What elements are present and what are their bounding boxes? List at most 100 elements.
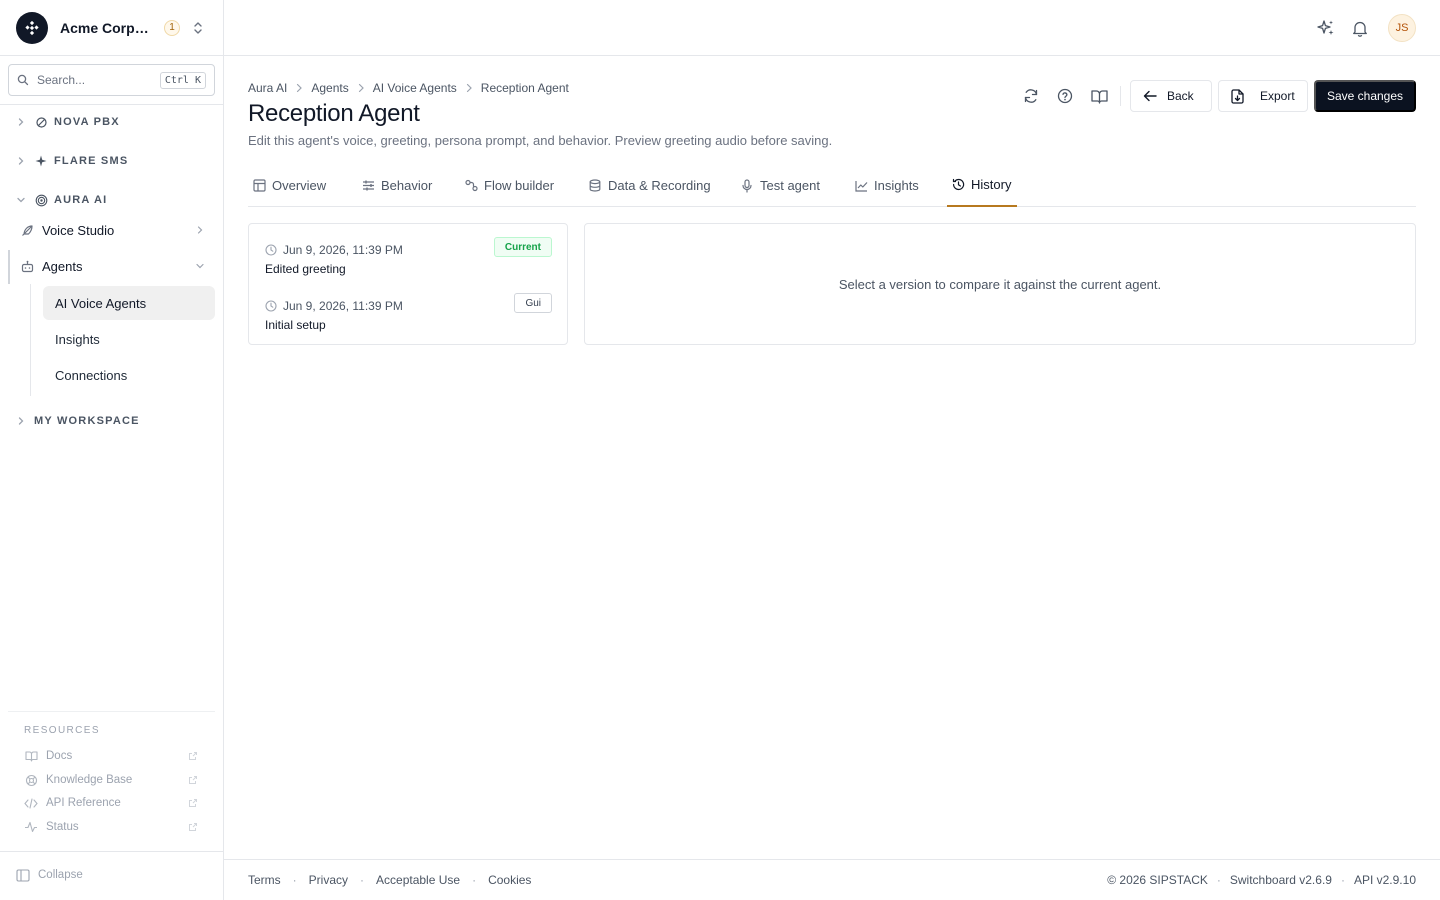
help-icon[interactable] [1055,86,1075,106]
sidebar-group-flare-sms[interactable]: FLARE SMS [16,151,128,171]
copyright: © 2026 SIPSTACK [1107,873,1208,887]
sidebar-group-aura-ai[interactable]: AURA AI [16,190,107,210]
version-item[interactable]: Jun 9, 2026, 11:39 PM Edited greeting Cu… [265,237,552,282]
footer-link-terms[interactable]: Terms [248,873,281,887]
layout-icon [252,179,266,192]
activity-icon [24,821,38,833]
version-timestamp-row: Jun 9, 2026, 11:39 PM [265,242,403,258]
sparkles-icon[interactable] [1316,18,1336,38]
book-open-icon[interactable] [1089,86,1109,106]
sidebar-subitem-connections[interactable]: Connections [43,358,215,392]
footer-link-privacy[interactable]: Privacy [309,873,348,887]
divider [8,711,215,712]
back-label: Back [1167,89,1194,103]
app: Acme Corporation 1 Search... Ctrl K NOVA… [0,0,1440,900]
code-icon [24,797,38,809]
collapse-sidebar-button[interactable]: Collapse [16,866,83,884]
tab-data-recording[interactable]: Data & Recording [584,164,715,207]
sidebar-group-label: NOVA PBX [54,116,120,128]
external-link-icon [188,798,200,808]
collapse-label: Collapse [38,869,83,881]
tab-label: Test agent [760,178,820,193]
footer-meta: © 2026 SIPSTACK · Switchboard v2.6.9 · A… [1107,873,1416,887]
tab-behavior[interactable]: Behavior [357,164,436,207]
separator-dot: · [1340,873,1345,887]
top-bar [224,0,1440,56]
tab-label: Behavior [381,178,433,193]
tab-label: Flow builder [484,178,555,193]
tab-test-agent[interactable]: Test agent [736,164,824,207]
sidebar-group-label: AURA AI [54,194,108,206]
sidebar: Acme Corporation 1 Search... Ctrl K NOVA… [0,0,224,900]
save-changes-button[interactable]: Save changes [1314,80,1416,112]
panel-left-icon [16,868,30,882]
breadcrumb-item[interactable]: Aura AI [248,81,287,95]
nova-pbx-icon [34,116,48,129]
resource-label: Status [46,821,79,833]
sidebar-item-voice-studio[interactable]: Voice Studio [10,213,215,247]
resource-link-api-reference[interactable]: API Reference [24,793,200,813]
chevrons-up-down-icon[interactable] [190,20,206,36]
tab-label: Overview [272,178,327,193]
org-name: Acme Corporation [60,19,156,36]
footer: Terms · Privacy · Acceptable Use · Cooki… [224,859,1440,900]
sparkle-icon [34,155,48,167]
sliders-icon [361,179,375,192]
tab-label: History [971,177,1012,192]
chevron-down-icon [195,261,215,271]
chevron-right-icon [195,225,215,235]
org-switcher[interactable]: Acme Corporation 1 [0,0,223,56]
resource-link-docs[interactable]: Docs [24,746,200,766]
separator-dot: · [1216,873,1221,887]
back-button[interactable]: Back [1130,80,1212,112]
external-link-icon [188,775,200,785]
divider [1120,86,1121,106]
tab-flow-builder[interactable]: Flow builder [460,164,558,207]
flow-icon [464,179,478,192]
search-placeholder: Search... [37,73,86,87]
footer-link-acceptable-use[interactable]: Acceptable Use [376,873,460,887]
breadcrumb-item[interactable]: Agents [311,81,348,95]
resource-label: Knowledge Base [46,774,133,786]
version-timestamp: Jun 9, 2026, 11:39 PM [283,299,403,313]
version-timestamp: Jun 9, 2026, 11:39 PM [283,243,403,257]
refresh-icon[interactable] [1021,86,1041,106]
page-subtitle: Edit this agent's voice, greeting, perso… [248,133,833,148]
sidebar-subitem-insights[interactable]: Insights [43,322,215,356]
footer-link-cookies[interactable]: Cookies [488,873,531,887]
sidebar-group-my-workspace[interactable]: MY WORKSPACE [16,411,140,431]
page-title: Reception Agent [248,100,420,127]
chevron-down-icon [16,195,28,205]
resource-link-status[interactable]: Status [24,817,200,837]
history-icon [951,178,965,191]
version-item[interactable]: Jun 9, 2026, 11:39 PM Initial setup Gui [265,293,552,338]
export-button[interactable]: Export [1218,80,1308,112]
search-input[interactable]: Search... Ctrl K [8,64,215,96]
file-export-icon [1231,88,1244,104]
breadcrumb-item[interactable]: AI Voice Agents [373,81,457,95]
bell-icon[interactable] [1350,18,1370,38]
source-badge: Gui [514,293,552,313]
sidebar-group-nova-pbx[interactable]: NOVA PBX [16,112,120,132]
user-avatar[interactable]: JS [1388,14,1416,42]
tab-insights[interactable]: Insights [850,164,923,207]
search-icon [17,74,29,86]
clock-icon [265,300,277,312]
tab-history[interactable]: History [947,164,1018,207]
version-list: Jun 9, 2026, 11:39 PM Edited greeting Cu… [248,223,568,345]
app-version: Switchboard v2.6.9 [1229,873,1332,887]
tab-bar: Overview Behavior Flow builder Data & Re… [248,164,1416,207]
tab-overview[interactable]: Overview [248,164,330,207]
breadcrumb: Aura AI Agents AI Voice Agents Reception… [248,80,569,96]
separator-dot: · [292,873,297,887]
sidebar-subitem-ai-voice-agents[interactable]: AI Voice Agents [43,286,215,320]
sidebar-group-label: MY WORKSPACE [34,415,140,427]
resource-link-knowledge-base[interactable]: Knowledge Base [24,770,200,790]
org-logo [16,11,48,44]
search-shortcut: Ctrl K [159,71,206,89]
sidebar-item-agents[interactable]: Agents [10,249,215,283]
tab-label: Data & Recording [608,178,711,193]
export-label: Export [1260,89,1295,103]
sidebar-item-label: Agents [42,258,83,274]
separator-dot: · [360,873,365,887]
